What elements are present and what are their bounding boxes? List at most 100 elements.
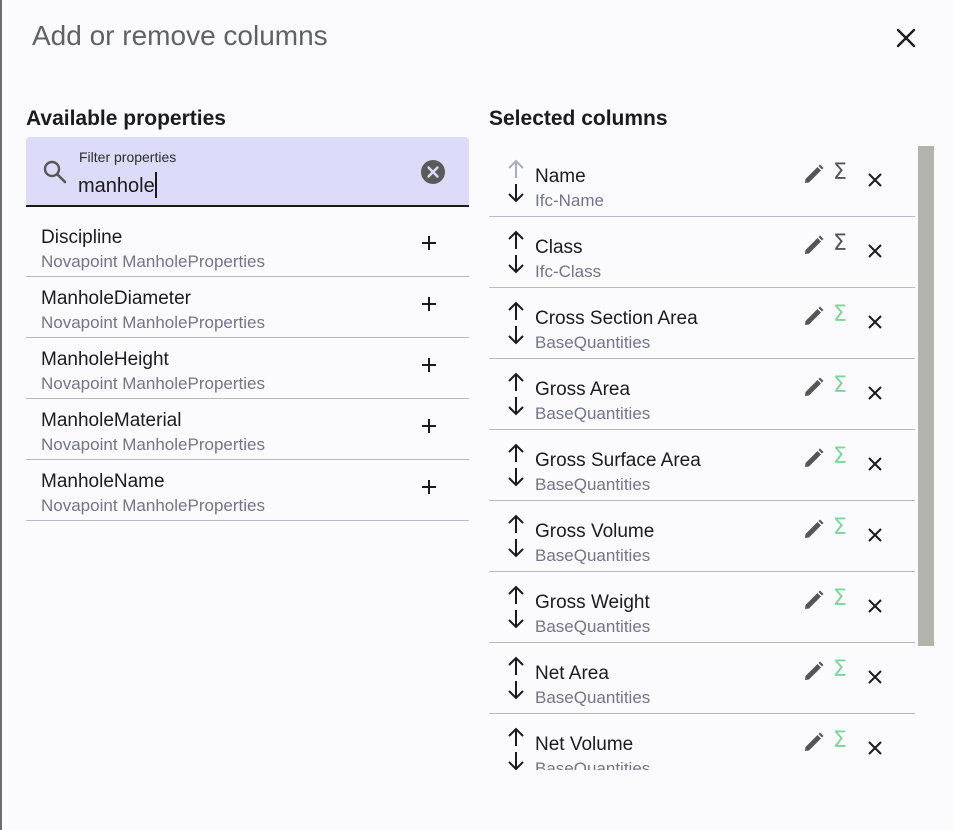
move-up-button[interactable] xyxy=(505,442,527,464)
arrow-up-icon xyxy=(508,727,524,746)
edit-column-button[interactable] xyxy=(802,517,826,541)
add-property-button[interactable] xyxy=(416,232,442,258)
available-property-item[interactable]: Discipline Novapoint ManholeProperties xyxy=(26,216,469,277)
move-down-button[interactable] xyxy=(505,253,527,275)
property-name: Discipline xyxy=(41,227,123,248)
selected-column-item: Gross Weight BaseQuantities Σ xyxy=(489,572,915,643)
column-name: Gross Weight xyxy=(535,592,650,613)
edit-column-button[interactable] xyxy=(802,233,826,257)
available-properties-list: Discipline Novapoint ManholeProperties Man… xyxy=(26,216,469,521)
plus-icon xyxy=(420,478,438,501)
close-icon xyxy=(868,315,882,329)
move-up-button[interactable] xyxy=(505,513,527,535)
property-name: ManholeName xyxy=(41,471,165,492)
property-name: ManholeDiameter xyxy=(41,288,191,309)
remove-column-button[interactable] xyxy=(863,523,887,547)
arrow-down-icon xyxy=(508,681,524,700)
move-down-button[interactable] xyxy=(505,750,527,770)
sum-toggle-button[interactable]: Σ xyxy=(828,373,852,401)
sum-toggle-button[interactable]: Σ xyxy=(828,160,852,188)
arrow-up-icon xyxy=(508,656,524,675)
move-down-button[interactable] xyxy=(505,608,527,630)
available-properties-heading: Available properties xyxy=(26,107,226,130)
move-up-button[interactable] xyxy=(505,300,527,322)
remove-column-button[interactable] xyxy=(863,594,887,618)
arrow-up-icon xyxy=(508,301,524,320)
arrow-up-icon xyxy=(508,159,524,178)
plus-icon xyxy=(420,295,438,318)
move-down-button[interactable] xyxy=(505,466,527,488)
remove-column-button[interactable] xyxy=(863,381,887,405)
arrow-up-icon xyxy=(508,443,524,462)
column-source: Ifc-Class xyxy=(535,262,602,281)
remove-column-button[interactable] xyxy=(863,239,887,263)
sum-toggle-button[interactable]: Σ xyxy=(828,728,852,756)
move-up-button[interactable] xyxy=(505,655,527,677)
column-name: Net Area xyxy=(535,663,609,684)
arrow-up-icon xyxy=(508,585,524,604)
column-source: BaseQuantities xyxy=(535,546,651,565)
close-icon xyxy=(868,457,882,471)
move-down-button[interactable] xyxy=(505,537,527,559)
move-down-button[interactable] xyxy=(505,395,527,417)
close-icon xyxy=(868,670,882,684)
column-source: Ifc-Name xyxy=(535,191,604,210)
move-up-button[interactable] xyxy=(505,584,527,606)
edit-column-button[interactable] xyxy=(802,730,826,754)
sum-toggle-button[interactable]: Σ xyxy=(828,231,852,259)
edit-column-button[interactable] xyxy=(802,304,826,328)
remove-column-button[interactable] xyxy=(863,665,887,689)
move-down-button[interactable] xyxy=(505,324,527,346)
text-cursor xyxy=(155,172,157,198)
sum-toggle-button[interactable]: Σ xyxy=(828,515,852,543)
move-up-button[interactable] xyxy=(505,371,527,393)
close-dialog-button[interactable] xyxy=(890,22,922,54)
clear-filter-button[interactable] xyxy=(420,159,446,185)
edit-column-button[interactable] xyxy=(802,659,826,683)
edit-column-button[interactable] xyxy=(802,375,826,399)
add-property-button[interactable] xyxy=(416,415,442,441)
selected-columns-list: Name Ifc-Name Σ Class Ifc-Class Σ Cross Sectio… xyxy=(489,146,915,770)
arrow-down-icon xyxy=(508,610,524,629)
edit-column-button[interactable] xyxy=(802,588,826,612)
add-property-button[interactable] xyxy=(416,354,442,380)
remove-column-button[interactable] xyxy=(863,736,887,760)
filter-properties-input[interactable] xyxy=(78,173,398,199)
column-name: Gross Surface Area xyxy=(535,450,701,471)
sum-toggle-button[interactable]: Σ xyxy=(828,657,852,685)
edit-column-button[interactable] xyxy=(802,162,826,186)
sum-toggle-button[interactable]: Σ xyxy=(828,444,852,472)
selected-columns-heading: Selected columns xyxy=(489,107,668,130)
move-down-button[interactable] xyxy=(505,679,527,701)
edit-column-button[interactable] xyxy=(802,446,826,470)
add-property-button[interactable] xyxy=(416,293,442,319)
selected-column-item: Gross Volume BaseQuantities Σ xyxy=(489,501,915,572)
search-icon xyxy=(42,159,68,185)
move-up-button xyxy=(505,158,527,180)
sum-toggle-button[interactable]: Σ xyxy=(828,302,852,330)
filter-properties-field[interactable]: Filter properties xyxy=(26,137,469,207)
available-property-item[interactable]: ManholeHeight Novapoint ManholeProperties xyxy=(26,338,469,399)
remove-column-button[interactable] xyxy=(863,452,887,476)
move-up-button[interactable] xyxy=(505,229,527,251)
selected-column-item: Gross Surface Area BaseQuantities Σ xyxy=(489,430,915,501)
close-icon xyxy=(868,741,882,755)
selected-column-item: Net Volume BaseQuantities Σ xyxy=(489,714,915,770)
column-name: Gross Area xyxy=(535,379,631,400)
available-property-item[interactable]: ManholeDiameter Novapoint ManholeProperti… xyxy=(26,277,469,338)
available-property-item[interactable]: ManholeMaterial Novapoint ManholeProperti… xyxy=(26,399,469,460)
available-property-item[interactable]: ManholeName Novapoint ManholeProperties xyxy=(26,460,469,521)
pencil-icon xyxy=(805,377,824,396)
move-down-button[interactable] xyxy=(505,182,527,204)
remove-column-button[interactable] xyxy=(863,168,887,192)
remove-column-button[interactable] xyxy=(863,310,887,334)
column-source: BaseQuantities xyxy=(535,475,651,494)
selected-columns-scrollbar[interactable] xyxy=(918,146,934,646)
pencil-icon xyxy=(805,519,824,538)
property-source: Novapoint ManholeProperties xyxy=(41,313,265,332)
add-property-button[interactable] xyxy=(416,476,442,502)
sum-toggle-button[interactable]: Σ xyxy=(828,586,852,614)
clear-circle-icon xyxy=(421,160,445,184)
sigma-icon: Σ xyxy=(833,586,847,611)
move-up-button[interactable] xyxy=(505,726,527,748)
